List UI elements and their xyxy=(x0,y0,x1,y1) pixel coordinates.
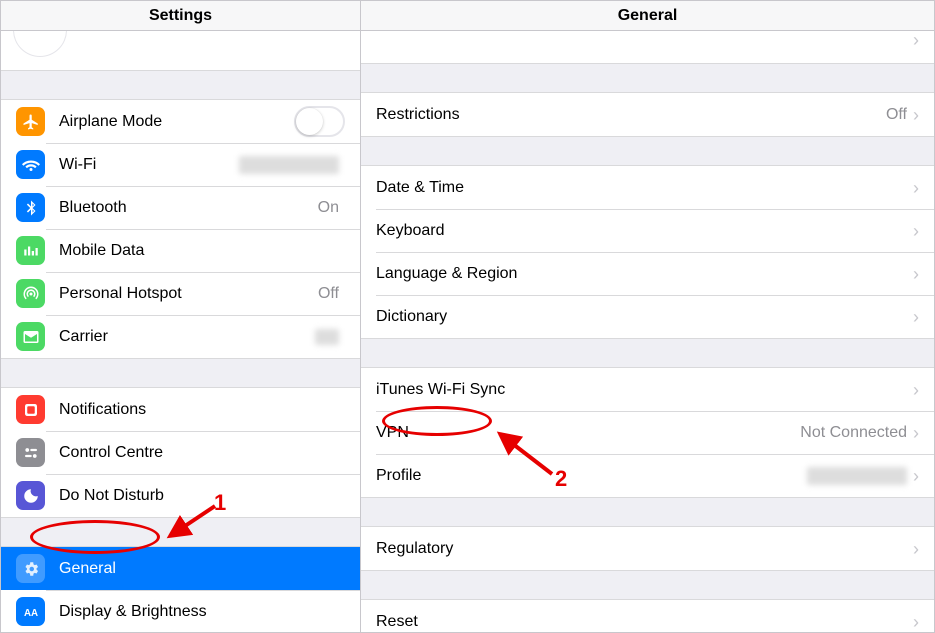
row-label: Restrictions xyxy=(376,106,886,124)
main-title: General xyxy=(361,1,934,31)
chevron-right-icon: › xyxy=(913,31,919,49)
annotation-arrow-2 xyxy=(490,422,570,482)
chevron-right-icon: › xyxy=(913,424,919,442)
sidebar-item-label: Carrier xyxy=(59,328,315,346)
redacted-value xyxy=(807,467,907,485)
setting-row-date-time[interactable]: Date & Time› xyxy=(361,166,934,209)
setting-row-profile[interactable]: Profile › xyxy=(361,454,934,497)
setting-row-itunes-wi-fi-sync[interactable]: iTunes Wi-Fi Sync› xyxy=(361,368,934,411)
airplane-icon xyxy=(16,107,45,136)
general-detail-pane: General ›RestrictionsOff›Date & Time›Key… xyxy=(361,1,934,632)
partial-row-peek xyxy=(1,31,360,71)
row-label: VPN xyxy=(376,424,800,442)
chevron-right-icon: › xyxy=(913,265,919,283)
row-value: Off xyxy=(886,106,907,124)
sidebar-item-label: General xyxy=(59,560,345,578)
sidebar-item-label: Personal Hotspot xyxy=(59,285,318,303)
sidebar-title: Settings xyxy=(1,1,360,31)
setting-row-language-region[interactable]: Language & Region› xyxy=(361,252,934,295)
sidebar-item-mobile-data[interactable]: Mobile Data xyxy=(1,229,360,272)
setting-row-dictionary[interactable]: Dictionary› xyxy=(361,295,934,338)
chevron-right-icon: › xyxy=(913,106,919,124)
row-label: iTunes Wi-Fi Sync xyxy=(376,381,913,399)
row-label: Language & Region xyxy=(376,265,913,283)
hotspot-icon xyxy=(16,279,45,308)
chevron-right-icon: › xyxy=(913,381,919,399)
toggle-switch[interactable] xyxy=(294,106,345,137)
carrier-icon xyxy=(16,322,45,351)
redacted-value xyxy=(239,156,339,174)
sidebar-item-wi-fi[interactable]: Wi-Fi xyxy=(1,143,360,186)
chevron-right-icon: › xyxy=(913,540,919,558)
chevron-right-icon: › xyxy=(913,308,919,326)
row-value: On xyxy=(318,199,339,217)
sidebar-item-label: Display & Brightness xyxy=(59,603,345,621)
setting-row-regulatory[interactable]: Regulatory› xyxy=(361,527,934,570)
sidebar-item-personal-hotspot[interactable]: Personal Hotspot Off xyxy=(1,272,360,315)
sidebar-item-label: Notifications xyxy=(59,401,345,419)
controlcentre-icon xyxy=(16,438,45,467)
row-label: Keyboard xyxy=(376,222,913,240)
notifications-icon xyxy=(16,395,45,424)
mobiledata-icon xyxy=(16,236,45,265)
wifi-icon xyxy=(16,150,45,179)
row-label: Date & Time xyxy=(376,179,913,197)
setting-row-keyboard[interactable]: Keyboard› xyxy=(361,209,934,252)
sidebar-item-notifications[interactable]: Notifications xyxy=(1,388,360,431)
row-label: Profile xyxy=(376,467,807,485)
row-label: Reset xyxy=(376,613,913,631)
row-label: Dictionary xyxy=(376,308,913,326)
row-value: Not Connected xyxy=(800,424,907,442)
chevron-right-icon: › xyxy=(913,222,919,240)
sidebar-item-label: Bluetooth xyxy=(59,199,318,217)
bluetooth-icon xyxy=(16,193,45,222)
sidebar-item-display-brightness[interactable]: AA Display & Brightness xyxy=(1,590,360,632)
general-icon xyxy=(16,554,45,583)
partial-row-peek: › xyxy=(361,31,934,64)
row-label: Regulatory xyxy=(376,540,913,558)
sidebar-item-label: Airplane Mode xyxy=(59,113,294,131)
sidebar-item-airplane-mode[interactable]: Airplane Mode xyxy=(1,100,360,143)
chevron-right-icon: › xyxy=(913,179,919,197)
sidebar-item-carrier[interactable]: Carrier xyxy=(1,315,360,358)
annotation-arrow-1 xyxy=(160,498,230,548)
chevron-right-icon: › xyxy=(913,467,919,485)
sidebar-item-control-centre[interactable]: Control Centre xyxy=(1,431,360,474)
svg-text:AA: AA xyxy=(23,607,37,618)
main-scroll[interactable]: ›RestrictionsOff›Date & Time›Keyboard›La… xyxy=(361,31,934,632)
setting-row-restrictions[interactable]: RestrictionsOff › xyxy=(361,93,934,136)
row-value: Off xyxy=(318,285,339,303)
sidebar-item-label: Wi-Fi xyxy=(59,156,239,174)
dnd-icon xyxy=(16,481,45,510)
redacted-value xyxy=(315,329,339,345)
sidebar-item-label: Mobile Data xyxy=(59,242,345,260)
sidebar-item-label: Control Centre xyxy=(59,444,345,462)
display-icon: AA xyxy=(16,597,45,626)
chevron-right-icon: › xyxy=(913,613,919,631)
setting-row-vpn[interactable]: VPNNot Connected › xyxy=(361,411,934,454)
setting-row-reset[interactable]: Reset› xyxy=(361,600,934,632)
sidebar-item-bluetooth[interactable]: Bluetooth On xyxy=(1,186,360,229)
sidebar-item-general[interactable]: General xyxy=(1,547,360,590)
